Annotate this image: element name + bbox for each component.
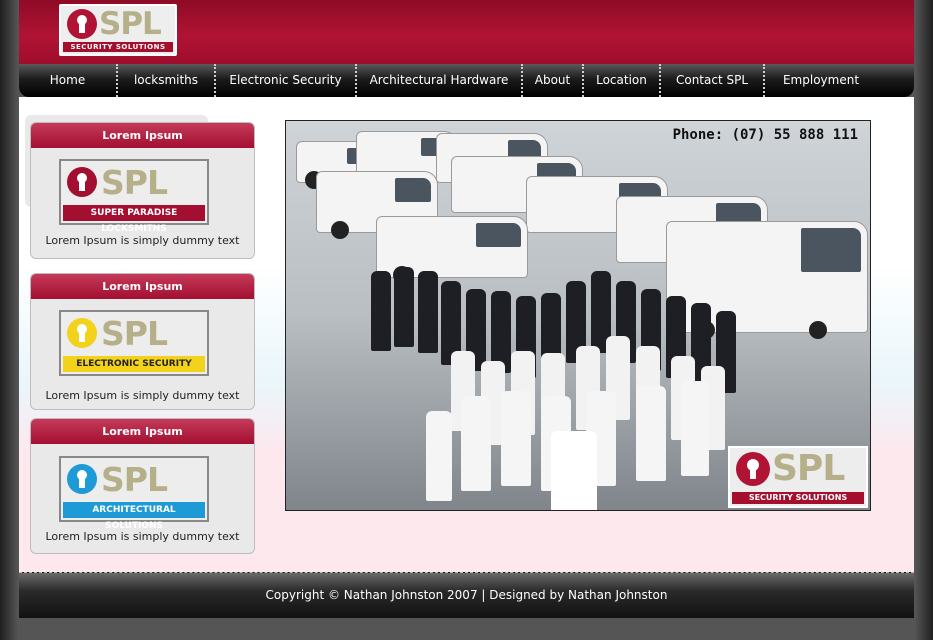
logo-text: SPL [99, 6, 162, 42]
badge-text: SPL [101, 460, 168, 499]
badge-strip: SUPER PARADISE LOCKSMITHS [63, 205, 205, 234]
sidebar-box-text: Lorem Ipsum is simply dummy text [45, 530, 240, 543]
nav-locksmiths[interactable]: locksmiths [118, 64, 216, 97]
sidebar-box-architectural[interactable]: Lorem Ipsum SPL ARCHITECTURAL SOLUTIONS … [30, 418, 255, 554]
site-logo[interactable]: SPL SECURITY SOLUTIONS [59, 4, 177, 56]
footer-copyright: Copyright © Nathan Johnston 2007 | Desig… [265, 588, 668, 602]
badge-text: SPL [101, 314, 168, 353]
sidebar-box-title: Lorem Ipsum [31, 123, 254, 148]
nav-home[interactable]: Home [19, 64, 118, 97]
phone-number: Phone: (07) 55 888 111 [672, 127, 858, 143]
site-footer: Copyright © Nathan Johnston 2007 | Desig… [19, 572, 914, 618]
nav-about[interactable]: About [523, 64, 584, 97]
nav-electronic-security[interactable]: Electronic Security [216, 64, 357, 97]
logo-tagline: SECURITY SOLUTIONS [63, 42, 173, 52]
badge-text: SPL [101, 163, 168, 202]
sidebar-box-electronic-security[interactable]: Lorem Ipsum SPL ELECTRONIC SECURITY Lore… [30, 273, 255, 410]
sidebar-box-text: Lorem Ipsum is simply dummy text [45, 234, 240, 247]
sidebar-box-title: Lorem Ipsum [31, 419, 254, 444]
photo-logo-tagline: SECURITY SOLUTIONS [732, 492, 864, 504]
nav-location[interactable]: Location [584, 64, 661, 97]
keyhole-icon [67, 464, 97, 494]
locksmiths-badge[interactable]: SPL SUPER PARADISE LOCKSMITHS [59, 159, 209, 234]
team-photo: Phone: (07) 55 888 111 SPL SECURITY SOLU… [285, 120, 871, 511]
nav-contact-spl[interactable]: Contact SPL [661, 64, 765, 97]
site-header: SPL SECURITY SOLUTIONS [19, 0, 914, 64]
nav-employment[interactable]: Employment [765, 64, 877, 97]
sidebar-box-title: Lorem Ipsum [31, 274, 254, 299]
electronic-security-badge[interactable]: SPL ELECTRONIC SECURITY [59, 310, 209, 376]
keyhole-icon [67, 318, 97, 348]
keyhole-icon [67, 167, 97, 197]
badge-strip: ARCHITECTURAL SOLUTIONS [63, 502, 205, 531]
main-nav: Home locksmiths Electronic Security Arch… [19, 64, 914, 97]
photo-logo-text: SPL [772, 448, 845, 489]
photo-logo: SPL SECURITY SOLUTIONS [728, 446, 868, 508]
sidebar-box-locksmiths[interactable]: Lorem Ipsum SPL SUPER PARADISE LOCKSMITH… [30, 122, 255, 259]
badge-strip: ELECTRONIC SECURITY [63, 356, 205, 372]
keyhole-icon [736, 452, 770, 486]
nav-architectural-hardware[interactable]: Architectural Hardware [357, 64, 523, 97]
keyhole-icon [67, 9, 97, 39]
architectural-badge[interactable]: SPL ARCHITECTURAL SOLUTIONS [59, 456, 209, 531]
sidebar-box-text: Lorem Ipsum is simply dummy text [45, 389, 240, 402]
